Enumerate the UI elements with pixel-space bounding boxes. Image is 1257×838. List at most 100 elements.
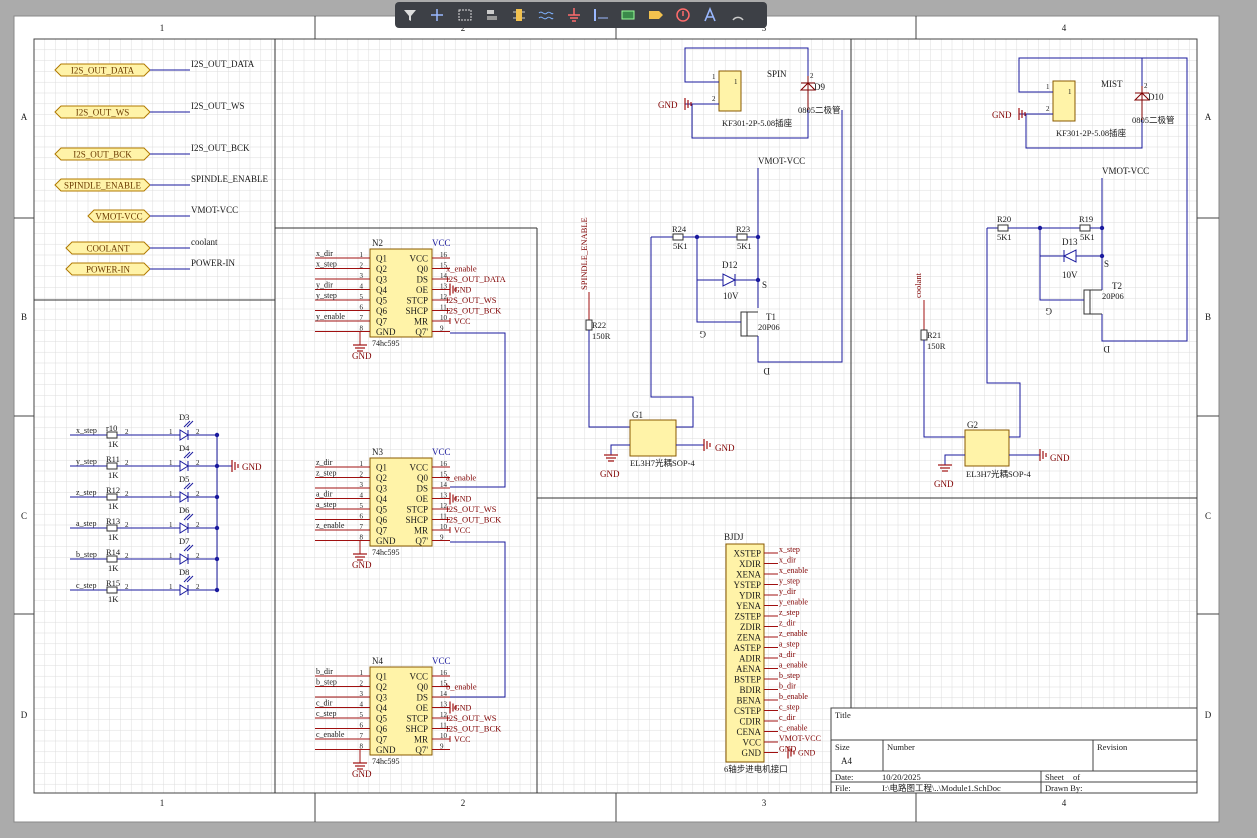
pin-number: 3 <box>360 272 364 280</box>
net-label: b_step <box>779 671 800 680</box>
pin-number: 2 <box>1046 105 1050 113</box>
zone-label: D <box>1205 710 1212 720</box>
zone-label: 1 <box>160 23 165 33</box>
component-tool-button[interactable] <box>508 4 530 26</box>
net-label: z_dir <box>316 458 333 467</box>
net-label: b_dir <box>316 667 333 676</box>
arc-tool-button[interactable] <box>727 4 749 26</box>
pin-name: CSTEP <box>734 706 761 716</box>
size-label: Size <box>835 742 850 752</box>
net-label: I2S_OUT_BCK <box>446 724 502 734</box>
net-label: a_enable <box>446 473 476 483</box>
crosshair-icon <box>431 9 444 21</box>
block-title: MIST <box>1101 79 1123 89</box>
pin-number: 2 <box>196 521 200 529</box>
net-label: x_step <box>779 545 800 554</box>
gnd-label: GND <box>454 286 472 295</box>
pin-name: GND <box>742 748 762 758</box>
pin-name: YSTEP <box>733 580 761 590</box>
pin-name: XSTEP <box>733 549 761 559</box>
pin-mark: 1 <box>734 78 738 86</box>
resistor-value: 5K1 <box>673 241 688 251</box>
pin-number: 2 <box>125 428 129 436</box>
optocoupler-body <box>629 419 677 457</box>
chip-part: 74hc595 <box>372 548 400 557</box>
chip-ref: N3 <box>372 447 383 457</box>
net-label: z_enable <box>316 521 345 530</box>
power-label: VCC <box>432 447 451 457</box>
resistor-value: 1K <box>108 594 119 604</box>
bus-icon <box>594 9 609 21</box>
port-tool-button[interactable] <box>645 4 667 26</box>
net-label: POWER-IN <box>191 258 235 268</box>
filter-tool-button[interactable] <box>399 4 421 26</box>
net-label: z_enable <box>779 629 808 638</box>
pin-number: 16 <box>440 460 448 468</box>
gnd-label: GND <box>352 351 372 361</box>
pin-number: 7 <box>360 732 364 740</box>
net-label: I2S_OUT_WS <box>446 713 497 723</box>
net-label-tool-button[interactable] <box>617 4 639 26</box>
pin-name: VCC <box>409 672 428 682</box>
gnd-label: GND <box>454 495 472 504</box>
resistor-ref: R23 <box>736 224 750 234</box>
net-label: y_dir <box>316 281 333 290</box>
pin-name: SHCP <box>405 515 428 525</box>
port-label: COOLANT <box>87 244 130 254</box>
pin-name: OE <box>416 285 428 295</box>
pin-name: Q4 <box>376 703 387 713</box>
diode-value: 0805二极管 <box>798 105 841 115</box>
net-label: y_enable <box>316 312 345 321</box>
net-label: c_dir <box>316 699 333 708</box>
resistor-body <box>736 233 748 241</box>
opto-value: EL3H7光耦SOP-4 <box>630 458 695 468</box>
pin-name: VCC <box>409 254 428 264</box>
arc-icon <box>731 16 744 21</box>
mosfet-value: 20P06 <box>758 322 780 332</box>
pin-name: DS <box>416 275 428 285</box>
net-label: c_enable <box>316 730 345 739</box>
resistor-ref: R24 <box>672 224 687 234</box>
opto-value: EL3H7光耦SOP-4 <box>966 469 1031 479</box>
net-label: c_dir <box>779 713 796 722</box>
bus-tool-button[interactable] <box>590 4 612 26</box>
pin-name: Q7' <box>415 327 428 337</box>
resistor-ref: R21 <box>927 330 941 340</box>
net-label: z_dir <box>779 619 796 628</box>
align-tool-button[interactable] <box>481 4 503 26</box>
wire-tool-button[interactable] <box>535 4 557 26</box>
pin-name: ZDIR <box>740 622 761 632</box>
net-label: y_dir <box>779 587 796 596</box>
pin-number: 5 <box>360 502 364 510</box>
pin-name: STCP <box>406 714 428 724</box>
text-tool-button[interactable] <box>699 4 721 26</box>
gnd-label: GND <box>934 479 954 489</box>
zone-label: B <box>1205 312 1211 322</box>
zone-label: C <box>21 511 27 521</box>
pin-number: 10 <box>440 523 448 531</box>
wire-icon <box>539 11 554 20</box>
pin-name: ZSTEP <box>734 612 761 622</box>
power-port-tool-button[interactable] <box>563 4 585 26</box>
component-icon <box>513 9 526 21</box>
pin-name: SHCP <box>405 724 428 734</box>
connector-desc: 6轴步进电机接口 <box>724 764 788 774</box>
chip-part: 74hc595 <box>372 339 400 348</box>
directive-tool-button[interactable] <box>672 4 694 26</box>
resistor-body <box>997 224 1009 232</box>
resistor-value: 1K <box>108 563 119 573</box>
select-box-tool-button[interactable] <box>454 4 476 26</box>
pin-number: 2 <box>125 459 129 467</box>
pin-name: BSTEP <box>734 675 761 685</box>
pin-name: SHCP <box>405 306 428 316</box>
mosfet-icon <box>740 311 748 337</box>
pin-name: AENA <box>736 664 761 674</box>
crosshair-tool-button[interactable] <box>426 4 448 26</box>
pin-number: 2 <box>810 72 814 80</box>
power-label: VCC <box>454 735 470 744</box>
pin-number: 8 <box>360 534 364 542</box>
pin-number: 2 <box>125 552 129 560</box>
power-label: VCC <box>432 656 451 666</box>
pin-number: 1 <box>360 251 364 259</box>
pin-name: ZENA <box>737 633 761 643</box>
